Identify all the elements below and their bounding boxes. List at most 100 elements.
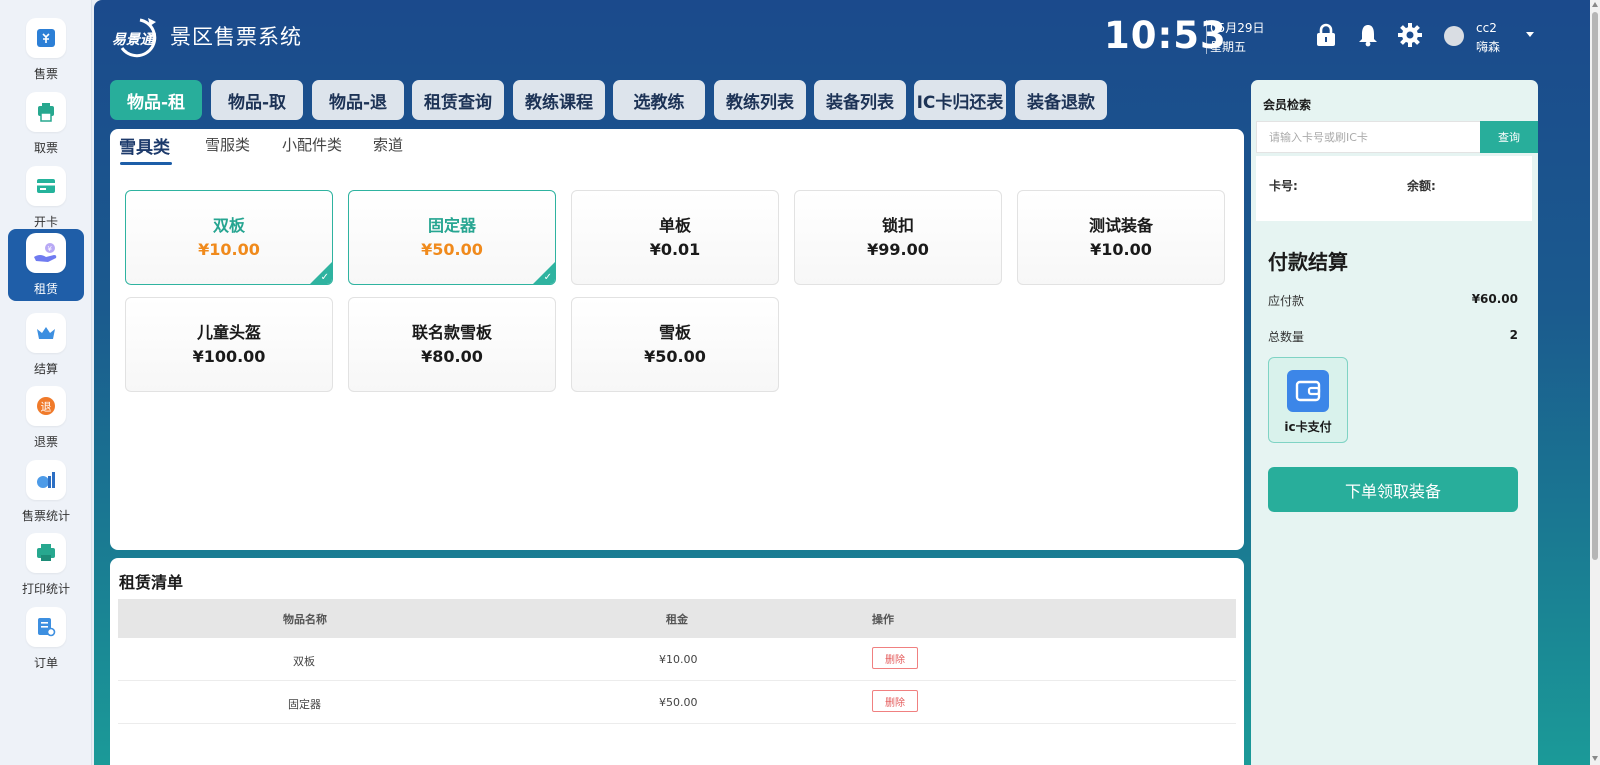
scroll-down-arrow-icon[interactable] <box>1592 756 1598 761</box>
chart-icon <box>26 460 66 500</box>
place-order-button[interactable]: 下单领取装备 <box>1268 467 1518 512</box>
product-name: 双板 <box>212 215 245 235</box>
app-title: 景区售票系统 <box>170 25 302 49</box>
delete-button[interactable]: 删除 <box>872 690 918 712</box>
product-card[interactable]: 锁扣 ¥99.00 <box>794 190 1002 285</box>
app-logo: 易景通 景区售票系统 <box>110 14 302 58</box>
product-card[interactable]: 联名款雪板 ¥80.00 <box>348 297 556 392</box>
sidebar-item-sell-ticket[interactable]: 售票 <box>8 14 84 86</box>
sidebar-label: 结算 <box>33 362 58 376</box>
product-price: ¥10.00 <box>198 239 260 259</box>
tab-item-take[interactable]: 物品-取 <box>211 80 303 120</box>
subtab-ski-clothing[interactable]: 雪服类 <box>205 134 250 155</box>
sidebar-label: 租赁 <box>33 282 58 296</box>
subtab-cableway[interactable]: 索道 <box>373 134 403 155</box>
sidebar-item-open-card[interactable]: 开卡 <box>8 162 84 234</box>
scroll-thumb[interactable] <box>1592 12 1598 560</box>
member-search-title: 会员检索 <box>1263 98 1312 112</box>
scroll-up-arrow-icon[interactable] <box>1592 2 1598 7</box>
rental-list-title: 租赁清单 <box>119 573 184 592</box>
cell-rent: ¥50.00 <box>659 696 698 709</box>
product-card[interactable]: 固定器 ¥50.00 ✓ <box>348 190 556 285</box>
date-divider <box>1206 20 1207 54</box>
product-card[interactable]: 雪板 ¥50.00 <box>571 297 779 392</box>
ticket-icon <box>26 18 66 58</box>
subtab-accessories[interactable]: 小配件类 <box>282 134 342 155</box>
ic-card-pay-option[interactable]: ic卡支付 <box>1268 357 1348 443</box>
product-card[interactable]: 双板 ¥10.00 ✓ <box>125 190 333 285</box>
sidebar-item-refund[interactable]: 退 退票 <box>8 382 84 454</box>
product-card[interactable]: 单板 ¥0.01 <box>571 190 779 285</box>
bell-icon[interactable] <box>1355 22 1381 48</box>
cell-item-name: 双板 <box>293 655 315 668</box>
refund-icon: 退 <box>26 386 66 426</box>
sidebar-item-rent[interactable]: ¥ 租赁 <box>8 229 84 301</box>
product-price: ¥10.00 <box>1090 239 1152 259</box>
sidebar-label: 开卡 <box>33 215 58 229</box>
product-name: 雪板 <box>658 322 691 342</box>
sidebar-label: 退票 <box>33 435 58 449</box>
product-name: 单板 <box>658 215 691 235</box>
date-text: 05月29日 <box>1210 21 1265 35</box>
user-name: 嗨森 <box>1476 40 1501 54</box>
product-card[interactable]: 儿童头盔 ¥100.00 <box>125 297 333 392</box>
subtab-ski-gear[interactable]: 雪具类 <box>119 133 170 158</box>
payment-title: 付款结算 <box>1268 250 1348 274</box>
checkout-panel: 会员检索 查询 卡号: 余额: 付款结算 应付款 ¥60.00 总数量 2 ic… <box>1251 80 1538 765</box>
logo-text: 易景通 <box>112 32 154 48</box>
chevron-down-icon[interactable] <box>1526 32 1534 37</box>
sidebar-label: 取票 <box>33 141 58 155</box>
sidebar-label: 售票 <box>33 67 58 81</box>
product-name: 联名款雪板 <box>411 322 492 342</box>
sidebar-item-ticket-stats[interactable]: 售票统计 <box>8 456 84 528</box>
sidebar-item-settle[interactable]: 结算 <box>8 309 84 381</box>
table-row: 双板 ¥10.00 删除 <box>118 638 1236 681</box>
tab-rental-query[interactable]: 租赁查询 <box>412 80 504 120</box>
wallet-icon <box>1287 370 1329 412</box>
sidebar-label: 售票统计 <box>21 509 70 523</box>
left-sidebar: 售票 取票 开卡 ¥ 租赁 结算 退 退票 售票统计 打印统计 订单 <box>0 0 92 765</box>
member-info-box: 卡号: 余额: <box>1256 156 1532 221</box>
avatar[interactable] <box>1444 26 1464 46</box>
product-price: ¥80.00 <box>421 346 483 366</box>
tab-coach-course[interactable]: 教练课程 <box>513 80 605 120</box>
gear-icon[interactable] <box>1397 22 1423 48</box>
product-name: 锁扣 <box>881 215 914 235</box>
product-price: ¥99.00 <box>867 239 929 259</box>
column-header-rent: 租金 <box>666 613 688 626</box>
svg-text:¥: ¥ <box>48 245 53 253</box>
member-search-input[interactable] <box>1256 121 1480 153</box>
tab-equipment-refund[interactable]: 装备退款 <box>1015 80 1107 120</box>
product-name: 固定器 <box>427 215 476 235</box>
sidebar-item-orders[interactable]: 订单 <box>8 603 84 675</box>
card-number-label: 卡号: <box>1269 179 1298 193</box>
delete-button[interactable]: 删除 <box>872 647 918 669</box>
tab-select-coach[interactable]: 选教练 <box>613 80 705 120</box>
product-card[interactable]: 测试装备 ¥10.00 <box>1017 190 1225 285</box>
tab-coach-list[interactable]: 教练列表 <box>714 80 806 120</box>
svg-text:退: 退 <box>41 401 52 414</box>
user-id: cc2 <box>1476 21 1497 35</box>
cell-item-name: 固定器 <box>288 698 321 711</box>
tab-item-return[interactable]: 物品-退 <box>312 80 404 120</box>
rental-list-panel: 租赁清单 物品名称 租金 操作 双板 ¥10.00 删除 固定器 ¥50.00 … <box>110 558 1244 765</box>
user-block[interactable]: cc2 嗨森 <box>1476 19 1500 57</box>
total-count-label: 总数量 <box>1268 330 1305 344</box>
table-row: 固定器 ¥50.00 删除 <box>118 681 1236 724</box>
search-button[interactable]: 查询 <box>1480 121 1538 153</box>
column-header-name: 物品名称 <box>283 613 327 626</box>
clock-time: 10:53 <box>1104 14 1227 57</box>
lock-icon[interactable] <box>1313 22 1339 48</box>
sidebar-item-print-stats[interactable]: 打印统计 <box>8 529 84 601</box>
page-scrollbar[interactable] <box>1590 0 1600 765</box>
tab-item-rent[interactable]: 物品-租 <box>110 80 202 120</box>
product-price: ¥100.00 <box>192 346 266 366</box>
tab-ic-card-return[interactable]: IC卡归还表 <box>914 80 1006 120</box>
print-stat-icon <box>26 533 66 573</box>
tab-equipment-list[interactable]: 装备列表 <box>814 80 906 120</box>
sidebar-item-take-ticket[interactable]: 取票 <box>8 88 84 160</box>
rent-hand-yen-icon: ¥ <box>26 233 66 273</box>
main-area: 易景通 景区售票系统 10:53 05月29日 星期五 cc2 嗨森 物品-租 … <box>94 0 1600 765</box>
sidebar-label: 订单 <box>33 656 58 670</box>
product-price: ¥50.00 <box>421 239 483 259</box>
